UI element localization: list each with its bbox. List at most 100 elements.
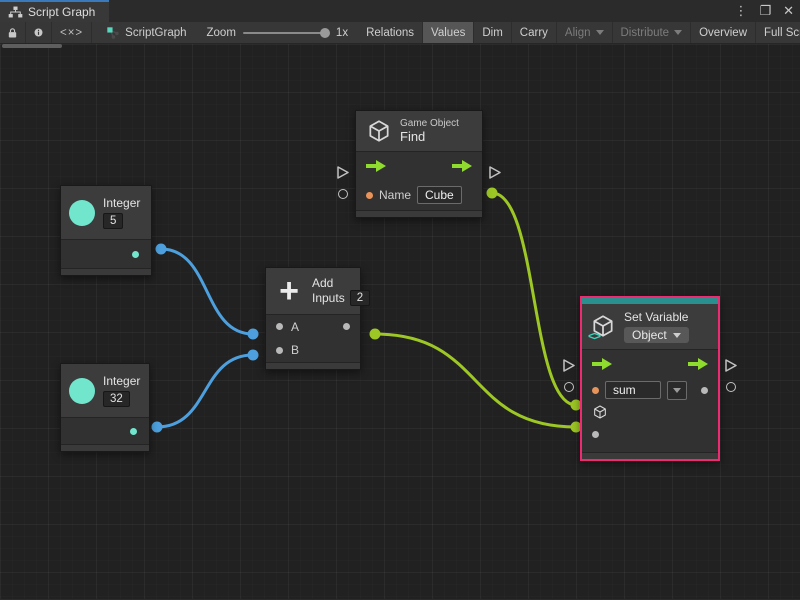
setvar-value-row	[582, 422, 718, 446]
lock-button[interactable]	[0, 22, 26, 43]
name-outer-circle-port[interactable]	[564, 382, 574, 392]
tab-script-graph[interactable]: Script Graph	[0, 0, 109, 22]
tab-bar: Script Graph ⋮ ❐ ✕	[0, 0, 800, 22]
wire-integer2-to-add-b-end-dot[interactable]	[248, 350, 259, 361]
graph-canvas[interactable]: Integer 5 Integer 32	[0, 44, 800, 599]
node-title: Add	[312, 276, 370, 290]
node-set-variable-header[interactable]: <> Set Variable Object	[582, 304, 718, 350]
wire-integer1-to-add-a-end-dot[interactable]	[248, 329, 259, 340]
distribute-label: Distribute	[621, 27, 670, 39]
overview-button[interactable]: Overview	[691, 22, 756, 43]
setvar-object-row	[582, 402, 718, 422]
node-title: Find	[400, 129, 459, 144]
setvar-name-row: sum	[582, 378, 718, 402]
node-find-header[interactable]: Game Object Find	[356, 111, 482, 152]
align-dropdown[interactable]: Align	[557, 22, 613, 43]
set-variable-icon: <>	[590, 313, 616, 341]
value-output-port[interactable]	[132, 251, 139, 258]
window-maximize-icon[interactable]: ❐	[759, 0, 771, 22]
info-button[interactable]	[26, 22, 52, 43]
toolbar-toggles: Relations Values Dim Carry Align Distrib…	[358, 22, 800, 43]
node-integer-5-header[interactable]: Integer 5	[61, 186, 151, 240]
wire-integer1-to-add-a-start-dot[interactable]	[156, 244, 167, 255]
wire-integer2-to-add-b[interactable]	[157, 355, 253, 427]
flow-out-arrow-icon[interactable]	[688, 358, 708, 370]
inputs-count-field[interactable]: 2	[350, 290, 370, 306]
variable-name-dropdown-button[interactable]	[667, 381, 687, 400]
flow-in-outer-triangle[interactable]	[337, 166, 349, 179]
node-set-variable[interactable]: <> Set Variable Object sum	[580, 296, 720, 461]
gameobject-input-port-icon[interactable]	[592, 404, 608, 420]
zoom-slider-handle[interactable]	[320, 28, 330, 38]
graph-toolbar: <×> ScriptGraph Zoom 1x Relations Values…	[0, 22, 800, 44]
scroll-indicator[interactable]	[2, 44, 62, 48]
toggle-relations[interactable]: Relations	[358, 22, 423, 43]
integer-value-field[interactable]: 5	[103, 213, 123, 229]
flow-in-arrow-icon[interactable]	[592, 358, 612, 370]
node-integer-32-header[interactable]: Integer 32	[61, 364, 149, 418]
wire-add-to-setvariable-value-start-dot[interactable]	[370, 329, 381, 340]
wire-integer2-to-add-b-start-dot[interactable]	[152, 422, 163, 433]
sum-output-port[interactable]	[343, 323, 350, 330]
wire-integer1-to-add-a[interactable]	[161, 249, 253, 334]
node-footer	[582, 452, 718, 459]
integer-output-row	[61, 240, 151, 268]
code-brackets-icon: <×>	[60, 27, 83, 39]
dropdown-caret-icon	[673, 388, 681, 393]
flow-in-outer-triangle[interactable]	[563, 359, 575, 372]
flow-in-arrow-icon[interactable]	[366, 160, 386, 172]
wire-add-to-setvariable-value[interactable]	[375, 334, 576, 427]
find-name-row: Name Cube	[356, 180, 482, 210]
variable-name-input-port[interactable]	[592, 387, 599, 394]
flow-out-outer-triangle[interactable]	[489, 166, 501, 179]
info-icon	[34, 26, 43, 39]
toggle-carry[interactable]: Carry	[512, 22, 557, 43]
variable-scope-label: Object	[632, 328, 667, 342]
flow-out-outer-triangle[interactable]	[725, 359, 737, 372]
node-add-header[interactable]: + Add Inputs 2	[266, 268, 360, 315]
wire-find-to-setvariable-object-start-dot[interactable]	[487, 188, 498, 199]
integer-value-field[interactable]: 32	[103, 391, 130, 407]
value-outer-circle-port[interactable]	[726, 382, 736, 392]
toggle-values[interactable]: Values	[423, 22, 474, 43]
window-menu-icon[interactable]: ⋮	[734, 0, 747, 22]
node-add[interactable]: + Add Inputs 2 A B	[265, 267, 361, 370]
port-a-label: A	[291, 320, 299, 334]
zoom-slider[interactable]	[243, 32, 329, 34]
flow-out-arrow-icon[interactable]	[452, 160, 472, 172]
node-gameobject-find[interactable]: Game Object Find Name Cube	[355, 110, 483, 218]
inputs-label: Inputs	[312, 291, 345, 305]
wire-find-to-setvariable-object[interactable]	[492, 193, 576, 405]
name-input-port[interactable]	[366, 192, 373, 199]
value-output-port[interactable]	[701, 387, 708, 394]
script-graph-icon	[106, 26, 120, 40]
window-close-icon[interactable]: ✕	[783, 0, 794, 22]
full-screen-button[interactable]: Full Screen	[756, 22, 800, 43]
window-controls: ⋮ ❐ ✕	[734, 0, 794, 22]
node-footer	[266, 362, 360, 369]
align-label: Align	[565, 27, 591, 39]
integer-literal-icon	[69, 200, 95, 226]
integer-output-row	[61, 418, 149, 444]
name-value-field[interactable]: Cube	[417, 186, 462, 204]
value-output-port[interactable]	[130, 428, 137, 435]
value-input-port[interactable]	[592, 431, 599, 438]
dropdown-caret-icon	[673, 333, 681, 338]
variable-name-field[interactable]: sum	[605, 381, 661, 399]
graph-breadcrumb[interactable]: ScriptGraph	[92, 22, 196, 43]
node-footer	[61, 268, 151, 275]
script-graph-window: Script Graph ⋮ ❐ ✕ <×>	[0, 0, 800, 600]
variable-scope-dropdown[interactable]: Object	[624, 327, 689, 343]
edit-code-button[interactable]: <×>	[52, 22, 92, 43]
zoom-label: Zoom	[207, 27, 236, 39]
node-integer-5[interactable]: Integer 5	[60, 185, 152, 276]
input-port-a[interactable]	[276, 323, 283, 330]
node-title: Integer	[103, 374, 140, 388]
toggle-dim[interactable]: Dim	[474, 22, 511, 43]
distribute-dropdown[interactable]: Distribute	[613, 22, 692, 43]
node-integer-32[interactable]: Integer 32	[60, 363, 150, 452]
input-port-b[interactable]	[276, 347, 283, 354]
zoom-value: 1x	[336, 27, 348, 39]
node-footer	[61, 444, 149, 451]
name-outer-circle-port[interactable]	[338, 189, 348, 199]
